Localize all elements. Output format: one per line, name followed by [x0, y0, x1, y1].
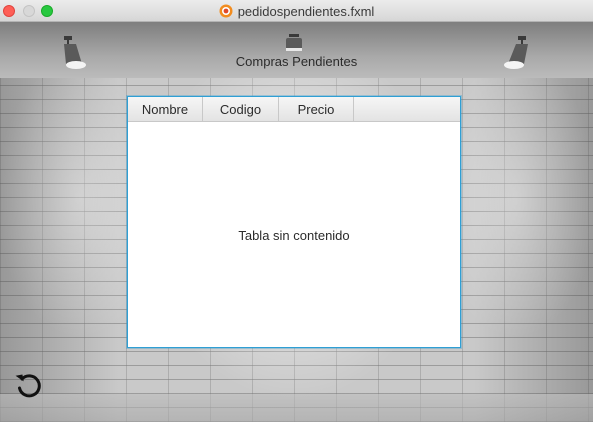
refresh-icon [15, 374, 41, 398]
page-title: Compras Pendientes [235, 54, 358, 69]
floor [0, 394, 593, 422]
column-header-precio[interactable]: Precio [279, 97, 354, 121]
column-header-codigo[interactable]: Codigo [203, 97, 279, 121]
window-title-group: pedidospendientes.fxml [0, 0, 593, 22]
app-window: pedidospendientes.fxml Compras Pendiente… [0, 0, 593, 422]
column-header-nombre[interactable]: Nombre [128, 97, 203, 121]
table-header: Nombre Codigo Precio [128, 97, 460, 122]
java-fxml-icon [219, 4, 233, 18]
spotlight-center-icon [282, 32, 306, 56]
pending-orders-table[interactable]: Nombre Codigo Precio Tabla sin contenido [127, 96, 461, 348]
title-bar: pedidospendientes.fxml [0, 0, 593, 22]
column-header-filler [354, 97, 460, 121]
table-empty-placeholder: Tabla sin contenido [238, 228, 350, 243]
window-title: pedidospendientes.fxml [237, 3, 375, 19]
refresh-button[interactable] [13, 370, 45, 402]
